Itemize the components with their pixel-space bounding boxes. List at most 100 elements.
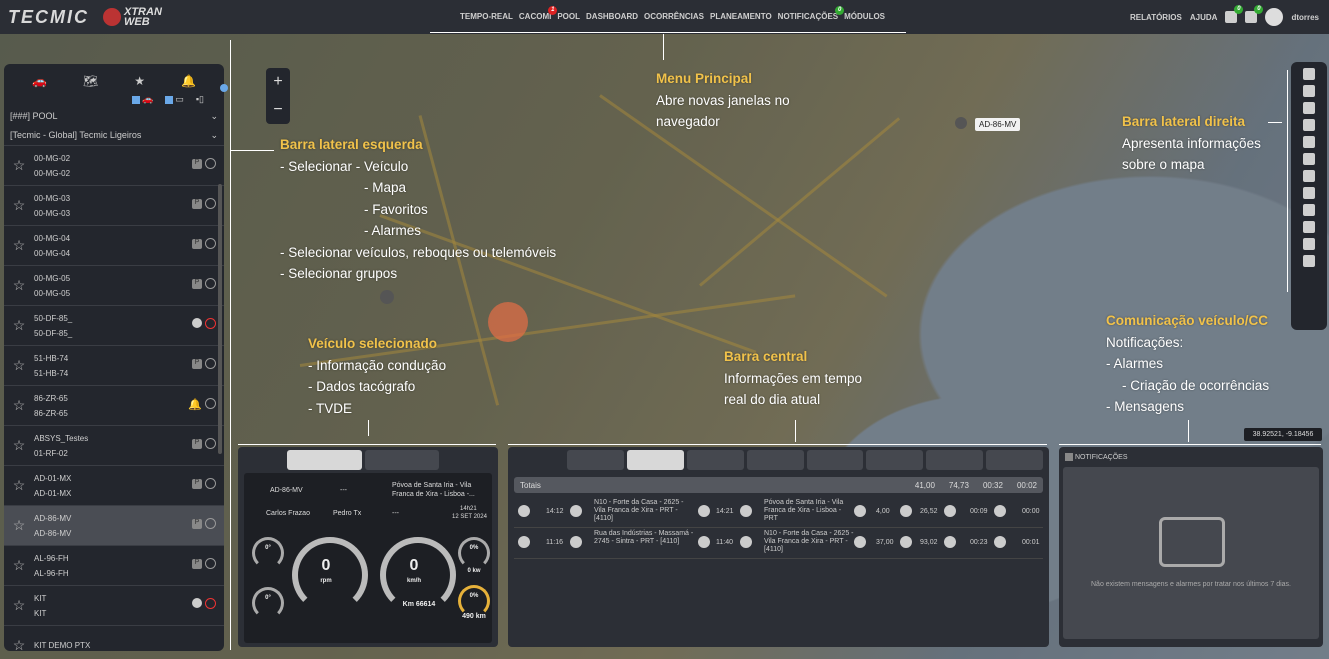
panel-actions[interactable]	[442, 450, 492, 470]
reports-link[interactable]: RELATÓRIOS	[1130, 13, 1182, 22]
notifications-checkbox[interactable]	[1065, 453, 1073, 461]
menu-item-ocorrencias[interactable]: OCORRÊNCIAS	[644, 12, 704, 21]
favorite-star-icon[interactable]: ☆	[4, 397, 34, 414]
annotation-menu: Menu Principal Abre novas janelas no nav…	[656, 71, 790, 129]
vehicle-row[interactable]: ☆ 51-HB-74 51-HB-74 P	[4, 345, 224, 385]
favorite-star-icon[interactable]: ☆	[4, 357, 34, 374]
menu-item-cacomi[interactable]: CACOMI 1	[519, 6, 558, 21]
trip-row[interactable]: 11:16 Rua das Indústrias - Massamá - 274…	[514, 528, 1043, 559]
avatar[interactable]	[1265, 8, 1284, 26]
filter-vehicles-checkbox[interactable]: 🚗	[132, 94, 153, 105]
vehicle-row[interactable]: ☆ ABSYS_Testes 01-RF-02 P	[4, 425, 224, 465]
favorite-star-icon[interactable]: ☆	[4, 517, 34, 534]
users-icon[interactable]	[1303, 238, 1315, 250]
tab-driver[interactable]	[746, 450, 804, 470]
selected-vehicle-marker[interactable]	[488, 302, 528, 342]
power-icon	[205, 598, 216, 609]
parked-icon: P	[192, 239, 202, 249]
power-icon	[205, 278, 216, 289]
user-menu[interactable]: dtorres	[1291, 13, 1319, 22]
vehicle-dash2: ---	[392, 510, 399, 517]
tab-tachograph[interactable]	[287, 450, 362, 470]
group-tecmic[interactable]: [Tecmic - Global] Tecmic Ligeiros ⌄	[4, 126, 224, 145]
collapse-sidebar-icon[interactable]	[220, 84, 228, 92]
car-icon[interactable]	[1303, 221, 1315, 233]
no-signal-icon[interactable]	[1303, 153, 1315, 165]
vehicle-row[interactable]: ☆ AD-86-MV AD-86-MV P	[4, 505, 224, 545]
favorite-star-icon[interactable]: ☆	[4, 637, 34, 651]
menu-item-modulos[interactable]: MÓDULOS	[844, 12, 885, 21]
pin-icon[interactable]	[1303, 102, 1315, 114]
zoom-in-button[interactable]: +	[266, 68, 290, 96]
favorite-star-icon[interactable]: ☆	[4, 277, 34, 294]
vehicle-row[interactable]: ☆ AL-96-FH AL-96-FH P	[4, 545, 224, 585]
tab-video[interactable]	[926, 450, 984, 470]
speed-tab-icon[interactable]	[244, 450, 284, 470]
vehicle-row[interactable]: ☆ KIT DEMO PTX	[4, 625, 224, 651]
scrollbar[interactable]	[218, 184, 222, 454]
tab-routes[interactable]	[686, 450, 744, 470]
tab-sensors[interactable]	[986, 450, 1043, 470]
vehicle-row[interactable]: ☆ 00-MG-04 00-MG-04 P	[4, 225, 224, 265]
favorite-star-icon[interactable]: ☆	[4, 557, 34, 574]
map-vehicle-tag[interactable]: AD-86-MV	[975, 118, 1021, 131]
filter-trailers-checkbox[interactable]: ▭	[165, 94, 184, 105]
map-layers-icon[interactable]	[1303, 187, 1315, 199]
favorite-star-icon[interactable]: ☆	[4, 197, 34, 214]
truck-icon[interactable]	[1303, 119, 1315, 131]
vehicle-row[interactable]: ☆ 86-ZR-65 86-ZR-65 🔔	[4, 385, 224, 425]
favorite-star-icon[interactable]: ☆	[4, 437, 34, 454]
vehicle-row[interactable]: ☆ 00-MG-05 00-MG-05 P	[4, 265, 224, 305]
hide-icon[interactable]	[1303, 136, 1315, 148]
bell-icon[interactable]: 0	[1225, 5, 1244, 23]
parked-icon: P	[192, 159, 202, 169]
image-icon[interactable]	[1303, 170, 1315, 182]
annotation-left-sidebar: Barra lateral esquerda - Selecionar - Ve…	[280, 137, 557, 281]
vehicle-plate: 50-DF-85_	[34, 328, 73, 338]
favorite-star-icon[interactable]: ☆	[4, 317, 34, 334]
trip-row[interactable]: 14:12 N10 - Forte da Casa - 2625 - Vila …	[514, 497, 1043, 528]
menu-item-notificacoes[interactable]: NOTIFICAÇÕES 0	[778, 6, 845, 21]
filter-phones-checkbox[interactable]: ▪▯	[196, 94, 204, 105]
vehicle-row[interactable]: ☆ AD-01-MX AD-01-MX P	[4, 465, 224, 505]
parked-icon: P	[192, 519, 202, 529]
vehicle-tab-icon[interactable]: 🚗	[32, 74, 47, 88]
menu-item-planeamento[interactable]: PLANEAMENTO	[710, 12, 772, 21]
menu-item-dashboard[interactable]: DASHBOARD	[586, 12, 638, 21]
tab-alarms[interactable]	[806, 450, 864, 470]
favorite-star-icon[interactable]: ☆	[4, 597, 34, 614]
map-tab-icon[interactable]: 🗺	[83, 74, 98, 88]
favorite-star-icon[interactable]: ☆	[4, 237, 34, 254]
zoom-control: + −	[266, 68, 290, 124]
mail-icon[interactable]: 0	[1245, 5, 1264, 23]
route-tab-icon[interactable]	[514, 450, 564, 470]
group-pool[interactable]: [###] POOL ⌄	[4, 107, 224, 126]
parked-icon: P	[192, 199, 202, 209]
menu-item-pool[interactable]: POOL	[557, 12, 580, 21]
search-icon[interactable]	[1303, 68, 1315, 80]
vehicle-row[interactable]: ☆ 00-MG-03 00-MG-03 P	[4, 185, 224, 225]
tab-calls[interactable]	[866, 450, 924, 470]
tab-stops[interactable]	[567, 450, 624, 470]
tab-trips[interactable]	[626, 450, 684, 470]
vehicle-row[interactable]: ☆ KIT KIT	[4, 585, 224, 625]
favorites-tab-icon[interactable]: ★	[134, 74, 145, 88]
vehicle-row[interactable]: ☆ 00-MG-02 00-MG-02 P	[4, 145, 224, 185]
pin-icon	[570, 505, 582, 517]
menu-item-tempo-real[interactable]: TEMPO-REAL	[460, 12, 513, 21]
favorite-star-icon[interactable]: ☆	[4, 477, 34, 494]
zoom-out-button[interactable]: −	[266, 96, 290, 124]
rpm-value: 0	[321, 557, 331, 574]
tools-icon[interactable]	[1303, 255, 1315, 267]
clock-icon	[518, 536, 530, 548]
favorite-star-icon[interactable]: ☆	[4, 157, 34, 174]
help-link[interactable]: AJUDA	[1190, 13, 1218, 22]
user-icon[interactable]	[1303, 204, 1315, 216]
tab-tvde[interactable]	[364, 450, 439, 470]
select-area-icon[interactable]	[1303, 85, 1315, 97]
vehicle-row[interactable]: ☆ 50-DF-85_ 50-DF-85_	[4, 305, 224, 345]
alarms-tab-icon[interactable]: 🔔	[181, 74, 196, 88]
vehicle-marker[interactable]	[955, 117, 967, 129]
pin-icon	[570, 536, 582, 548]
vehicle-marker[interactable]	[380, 290, 394, 304]
